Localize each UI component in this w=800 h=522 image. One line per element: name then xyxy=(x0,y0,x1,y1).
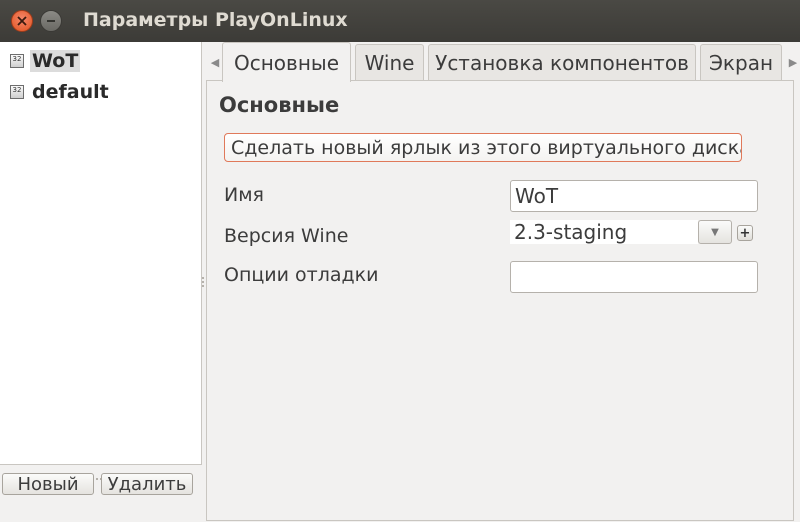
name-field[interactable]: WoT xyxy=(510,180,758,212)
tab-install-components[interactable]: Установка компонентов xyxy=(428,44,696,80)
general-tab-panel: Основные Сделать новый ярлык из этого ви… xyxy=(206,80,794,521)
delete-prefix-button[interactable]: Удалить xyxy=(101,473,193,495)
debug-options-label: Опции отладки xyxy=(224,264,379,286)
horizontal-splitter-handle[interactable] xyxy=(96,465,108,480)
tab-bar: ◀ Основные Wine Установка компонентов Эк… xyxy=(206,42,800,82)
tab-general[interactable]: Основные xyxy=(222,42,351,82)
panel-heading: Основные xyxy=(219,93,340,117)
window-title: Параметры PlayOnLinux xyxy=(83,9,348,31)
minimize-icon[interactable] xyxy=(40,10,62,32)
tree-item-label: WoT xyxy=(30,50,81,72)
chevron-right-icon[interactable]: ▶ xyxy=(786,50,800,74)
wine-version-value[interactable]: 2.3-staging xyxy=(510,220,698,244)
wine-version-label: Версия Wine xyxy=(224,225,349,247)
add-wine-version-button[interactable]: + xyxy=(737,225,753,241)
prefix-list[interactable]: 32 WoT 32 default xyxy=(0,42,202,465)
wine-prefix-icon: 32 xyxy=(10,54,24,68)
title-bar: Параметры PlayOnLinux xyxy=(0,0,800,42)
tree-item-default[interactable]: 32 default xyxy=(10,79,111,105)
tree-item-wot[interactable]: 32 WoT xyxy=(10,48,81,74)
chevron-down-icon[interactable]: ▼ xyxy=(698,220,732,244)
tab-wine[interactable]: Wine xyxy=(355,44,424,80)
new-prefix-button[interactable]: Новый xyxy=(2,473,94,495)
debug-options-field[interactable] xyxy=(510,261,758,293)
tree-item-label: default xyxy=(32,81,109,103)
make-shortcut-button[interactable]: Сделать новый ярлык из этого виртуальног… xyxy=(224,133,742,162)
chevron-left-icon[interactable]: ◀ xyxy=(208,50,222,74)
wine-prefix-icon: 32 xyxy=(10,85,24,99)
tab-display[interactable]: Экран xyxy=(700,44,782,80)
name-label: Имя xyxy=(224,184,264,206)
wine-version-select[interactable]: 2.3-staging ▼ xyxy=(510,220,732,244)
close-icon[interactable] xyxy=(11,10,33,32)
